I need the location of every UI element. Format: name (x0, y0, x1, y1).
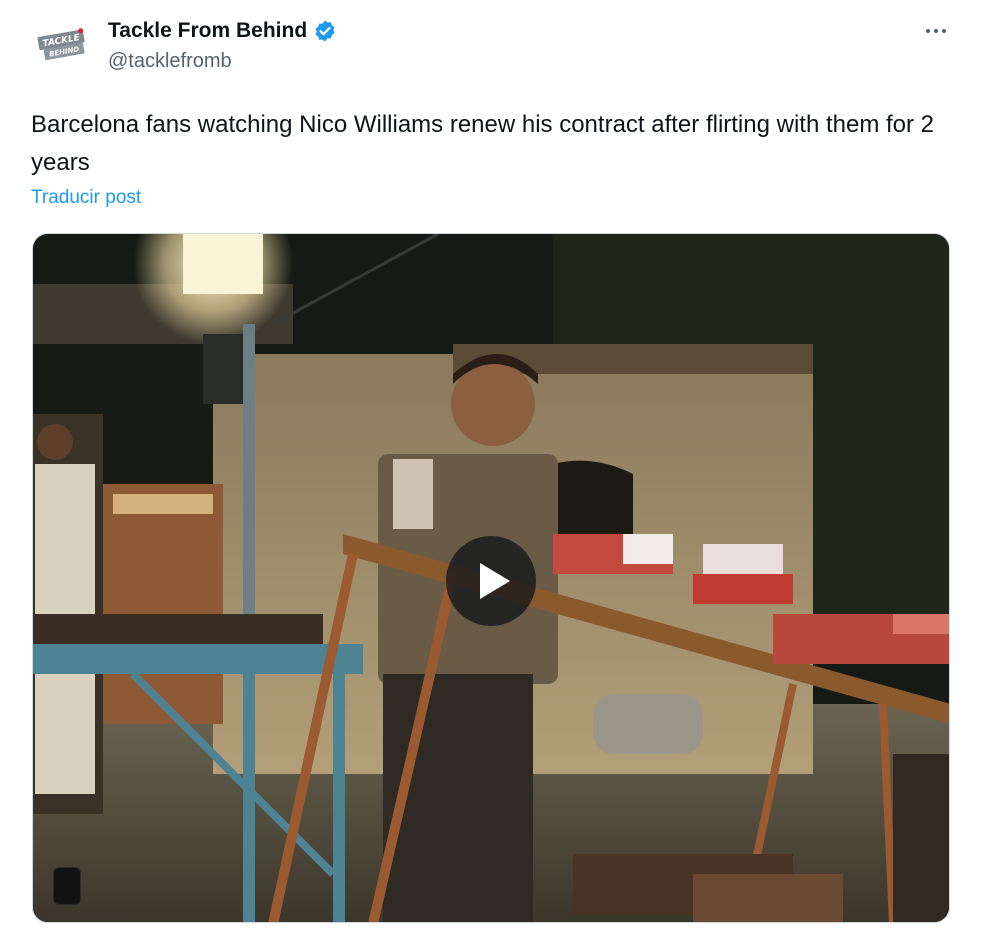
more-options-icon (926, 29, 930, 33)
tackle-logo-icon: TACKLE BEHIND (37, 28, 85, 61)
play-button[interactable] (446, 536, 536, 626)
author-avatar[interactable]: TACKLE BEHIND (36, 24, 90, 66)
more-options-icon-dot (942, 29, 946, 33)
more-options-button[interactable] (914, 18, 958, 44)
media-indicator (53, 867, 81, 905)
author-info: Tackle From Behind @tacklefromb (108, 16, 337, 73)
video-player[interactable] (32, 233, 950, 923)
author-display-name[interactable]: Tackle From Behind (108, 19, 307, 43)
verified-badge-icon (313, 19, 337, 43)
post-text: Barcelona fans watching Nico Williams re… (31, 111, 935, 176)
play-icon (480, 563, 510, 599)
tweet-card: TACKLE BEHIND Tackle From Behind @tackle… (0, 0, 982, 931)
more-options-icon-dot (934, 29, 938, 33)
author-name-row: Tackle From Behind (108, 16, 337, 46)
translate-post-link[interactable]: Traducir post (31, 187, 141, 209)
author-handle[interactable]: @tacklefromb (108, 50, 337, 73)
